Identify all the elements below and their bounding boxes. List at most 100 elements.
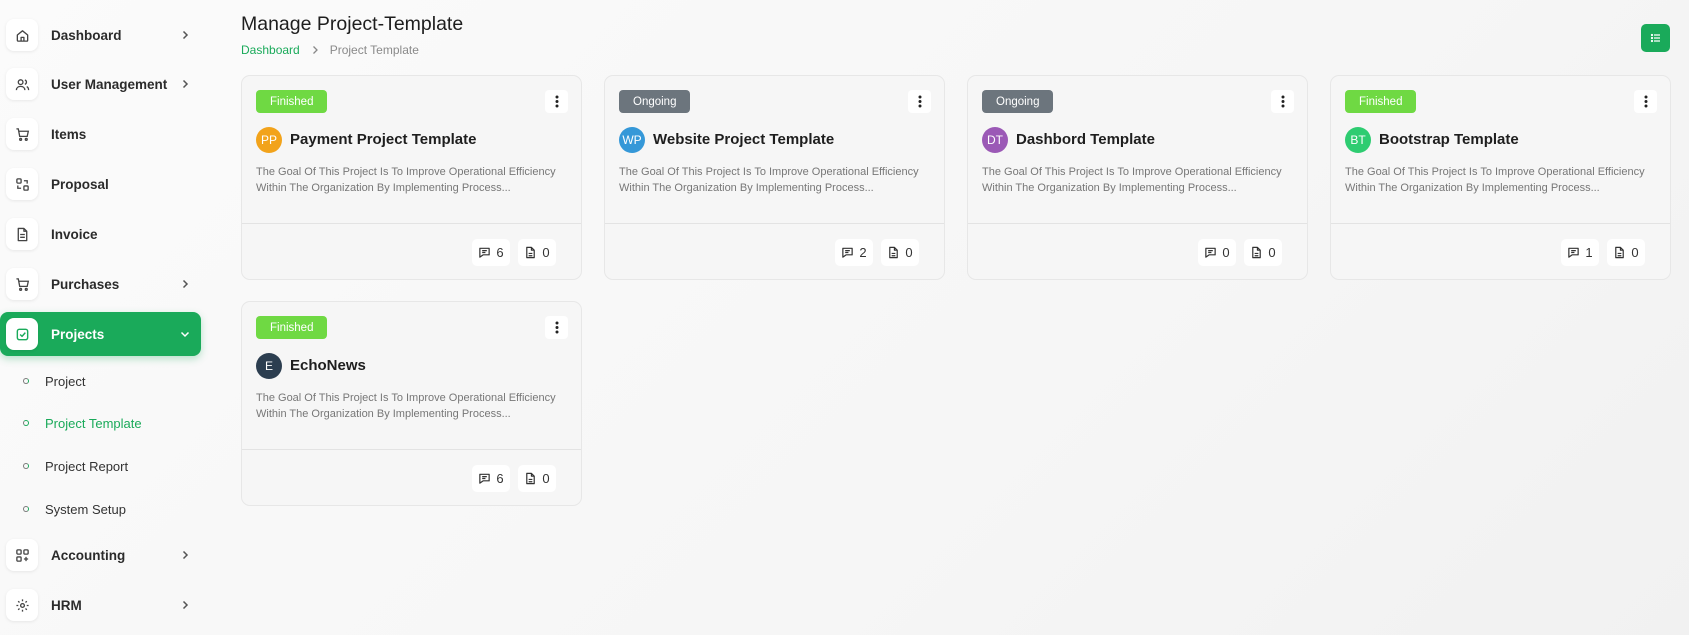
files-count[interactable]: 0 [518,465,556,492]
avatar: E [256,353,282,379]
files-count[interactable]: 0 [1607,239,1645,266]
file-icon [524,472,537,485]
sidebar-subitem-label: Project Report [45,458,129,474]
sidebar-item-accounting[interactable]: Accounting [0,533,201,577]
card-menu-button[interactable] [1271,90,1294,113]
sidebar: Dashboard User Management Items Proposal… [0,0,205,635]
sidebar-item-label: Proposal [51,176,109,192]
comment-icon [1204,246,1217,259]
sidebar-subitem-project-template[interactable]: Project Template [0,409,201,437]
comments-count-value: 6 [496,245,504,260]
breadcrumb-current: Project Template [329,43,419,57]
comments-count-value: 0 [1222,245,1230,260]
comment-icon [1567,246,1580,259]
more-vertical-icon [555,321,559,334]
card-description: The Goal Of This Project Is To Improve O… [619,166,919,194]
files-count-value: 0 [542,471,550,486]
file-icon [1613,246,1626,259]
sidebar-item-items[interactable]: Items [0,112,201,156]
sidebar-item-label: Dashboard [51,27,122,43]
sidebar-subitem-project[interactable]: Project [0,367,201,395]
files-count-value: 0 [1631,245,1639,260]
sidebar-item-dashboard[interactable]: Dashboard [0,13,201,57]
chevron-down-icon [178,327,192,341]
cart-icon [6,118,38,150]
page-title: Manage Project-Template [241,13,464,35]
bullet-icon [23,420,29,426]
comments-count[interactable]: 0 [1198,239,1236,266]
avatar: DT [982,127,1008,153]
sidebar-subitem-project-report[interactable]: Project Report [0,452,201,480]
card-title[interactable]: Payment Project Template [290,131,476,148]
users-icon [6,68,38,100]
card-title[interactable]: Dashbord Template [1016,131,1155,148]
bullet-icon [23,378,29,384]
sidebar-item-label: HRM [51,597,82,613]
avatar: WP [619,127,645,153]
card-title[interactable]: Bootstrap Template [1379,131,1519,148]
file-icon [1250,246,1263,259]
home-icon [6,19,38,51]
more-vertical-icon [918,95,922,108]
proposal-icon [6,168,38,200]
comment-icon [841,246,854,259]
status-badge: Ongoing [619,90,691,113]
files-count-value: 0 [905,245,913,260]
files-count[interactable]: 0 [1244,239,1282,266]
card-title[interactable]: Website Project Template [653,131,834,148]
sidebar-item-hrm[interactable]: HRM [0,583,201,627]
breadcrumb: Dashboard Project Template [241,43,419,57]
comments-count[interactable]: 6 [472,465,510,492]
sidebar-item-purchases[interactable]: Purchases [0,262,201,306]
card-menu-button[interactable] [1634,90,1657,113]
sidebar-subitem-label: Project Template [45,415,142,431]
status-badge: Finished [1345,90,1417,113]
cart-icon [6,268,38,300]
comments-count[interactable]: 1 [1561,239,1599,266]
project-template-card[interactable]: Finished PP Payment Project Template The Go… [241,75,582,280]
project-template-card[interactable]: Finished BT Bootstrap Template The Goal Of … [1330,75,1671,280]
project-template-card[interactable]: Ongoing DT Dashbord Template The Goal Of Th… [967,75,1308,280]
card-title[interactable]: EchoNews [290,357,366,374]
divider [605,223,944,224]
chevron-right-icon [178,28,192,42]
sidebar-subitem-system-setup[interactable]: System Setup [0,495,201,523]
sidebar-item-invoice[interactable]: Invoice [0,212,201,256]
card-menu-button[interactable] [908,90,931,113]
comment-icon [478,472,491,485]
hrm-icon [6,589,38,621]
card-description: The Goal Of This Project Is To Improve O… [1345,166,1645,194]
project-template-card[interactable]: Ongoing WP Website Project Template The Goa… [604,75,945,280]
card-menu-button[interactable] [545,316,568,339]
comments-count-value: 1 [1585,245,1593,260]
list-icon [1650,32,1662,44]
sidebar-item-label: Accounting [51,547,126,563]
files-count[interactable]: 0 [881,239,919,266]
card-menu-button[interactable] [545,90,568,113]
apps-icon [6,539,38,571]
files-count[interactable]: 0 [518,239,556,266]
list-view-button[interactable] [1641,24,1670,52]
sidebar-item-proposal[interactable]: Proposal [0,162,201,206]
comments-count[interactable]: 6 [472,239,510,266]
more-vertical-icon [555,95,559,108]
bullet-icon [23,506,29,512]
status-badge: Ongoing [982,90,1054,113]
sidebar-item-projects[interactable]: Projects [0,312,201,356]
sidebar-item-user-management[interactable]: User Management [0,62,201,106]
breadcrumb-home-link[interactable]: Dashboard [241,43,300,57]
check-square-icon [6,318,38,350]
status-badge: Finished [256,316,328,339]
chevron-right-icon [178,77,192,91]
divider [968,223,1307,224]
comments-count-value: 2 [859,245,867,260]
sidebar-subitem-label: System Setup [45,501,126,517]
more-vertical-icon [1281,95,1285,108]
card-description: The Goal Of This Project Is To Improve O… [982,166,1282,194]
project-template-card[interactable]: Finished E EchoNews The Goal Of This Projec… [241,301,582,506]
sidebar-item-label: User Management [51,76,168,92]
comments-count[interactable]: 2 [835,239,873,266]
divider [242,449,581,450]
comments-count-value: 6 [496,471,504,486]
divider [242,223,581,224]
